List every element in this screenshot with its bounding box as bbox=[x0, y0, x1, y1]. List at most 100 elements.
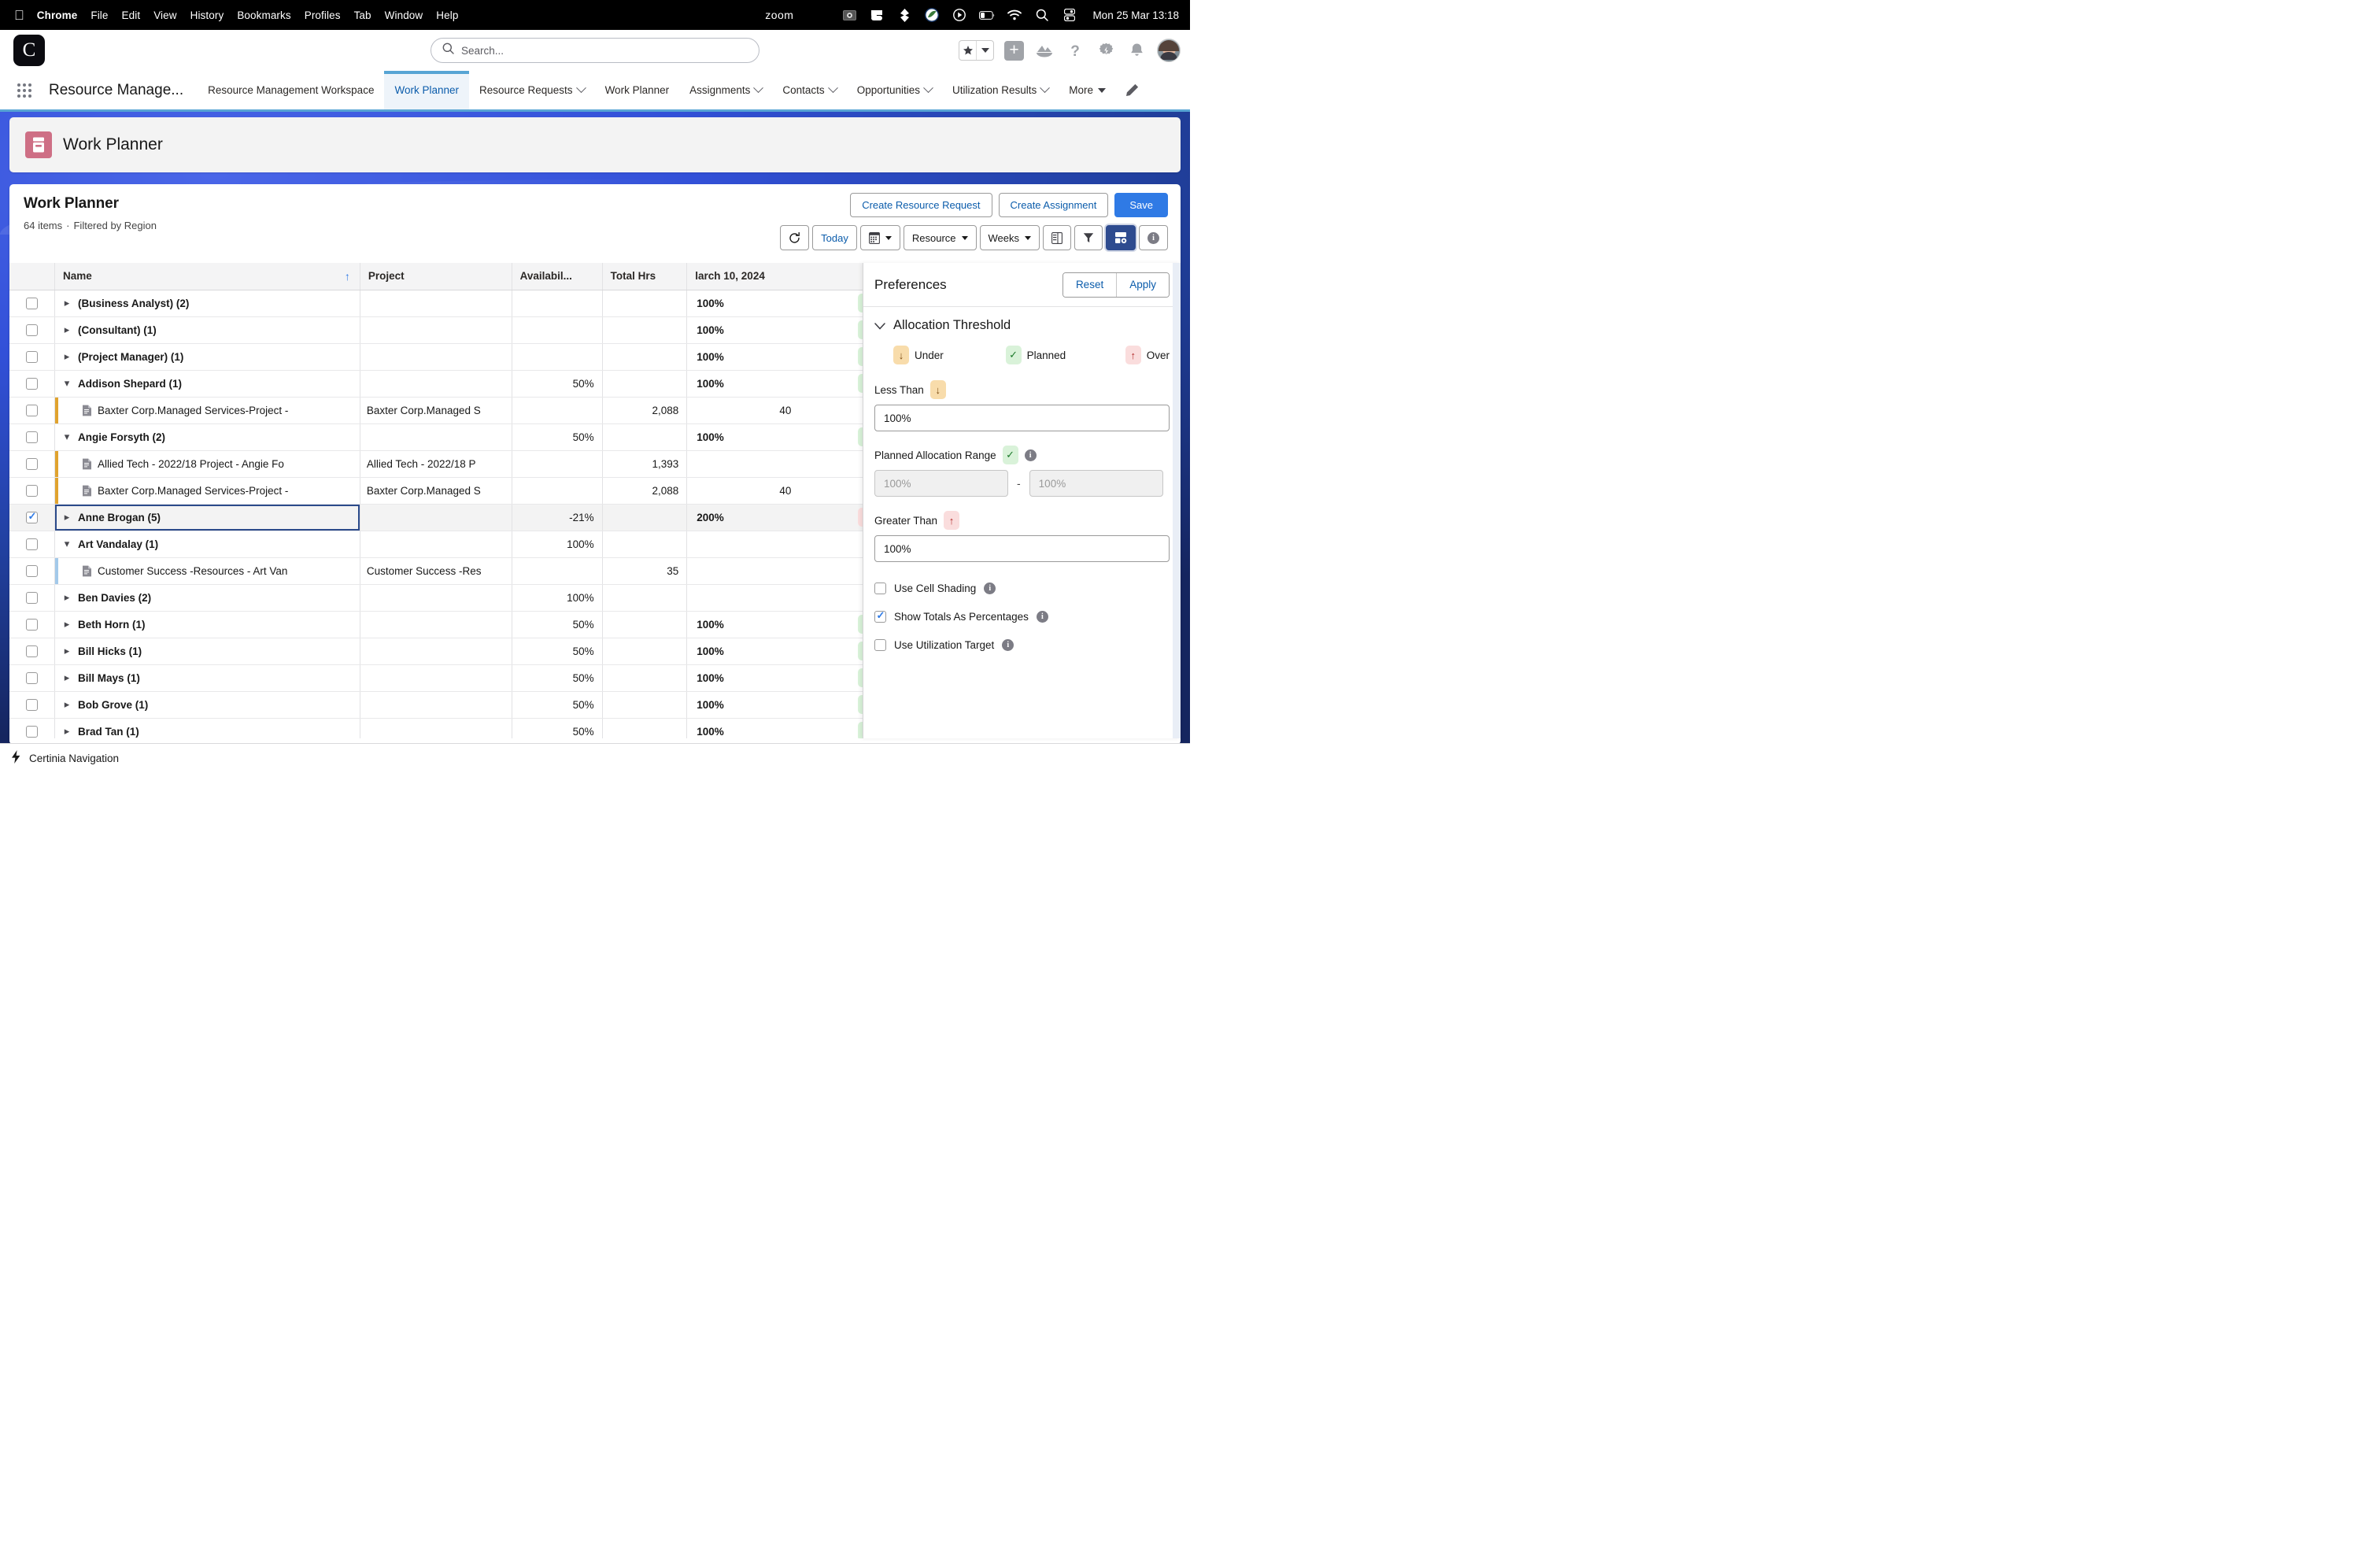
row-select-cell[interactable] bbox=[9, 450, 55, 477]
chevron-right-icon[interactable]: ▸ bbox=[61, 618, 72, 631]
menu-item-tab[interactable]: Tab bbox=[354, 9, 371, 21]
reset-button[interactable]: Reset bbox=[1063, 273, 1116, 297]
row-checkbox[interactable] bbox=[26, 351, 38, 363]
tab-contacts[interactable]: Contacts bbox=[772, 71, 846, 109]
battery-icon[interactable] bbox=[979, 8, 995, 23]
search-input[interactable]: Search... bbox=[431, 38, 759, 63]
caret-down-icon[interactable] bbox=[1098, 88, 1106, 93]
preferences-settings-icon[interactable] bbox=[1106, 225, 1136, 250]
row-name-cell[interactable]: ▸Bill Mays (1) bbox=[55, 664, 360, 691]
col-project[interactable]: Project bbox=[360, 263, 512, 290]
menu-item-history[interactable]: History bbox=[190, 9, 224, 21]
row-checkbox[interactable] bbox=[26, 619, 38, 631]
apple-logo-icon[interactable]:  bbox=[14, 9, 24, 22]
row-name-cell[interactable]: ▸(Business Analyst) (2) bbox=[55, 290, 360, 316]
info-icon[interactable]: i bbox=[984, 583, 996, 594]
row-week-cell[interactable]: 100%✓ bbox=[687, 638, 884, 664]
apply-button[interactable]: Apply bbox=[1117, 273, 1169, 297]
use-cell-shading-checkbox[interactable] bbox=[874, 583, 886, 594]
row-checkbox[interactable] bbox=[26, 538, 38, 550]
row-week-cell[interactable]: 100%✓ bbox=[687, 423, 884, 450]
chevron-down-icon[interactable] bbox=[1040, 83, 1050, 93]
row-name-cell[interactable]: Customer Success -Resources - Art Van bbox=[55, 557, 360, 584]
global-search[interactable]: Search... bbox=[431, 38, 759, 63]
row-select-cell[interactable] bbox=[9, 423, 55, 450]
row-name-cell[interactable]: ▸(Consultant) (1) bbox=[55, 316, 360, 343]
chevron-right-icon[interactable]: ▸ bbox=[61, 350, 72, 363]
chevron-right-icon[interactable]: ▸ bbox=[61, 671, 72, 684]
row-week-cell[interactable]: 100%✓ bbox=[687, 343, 884, 370]
row-select-cell[interactable] bbox=[9, 611, 55, 638]
menu-item-view[interactable]: View bbox=[153, 9, 176, 21]
planned-range-min-input[interactable]: 100% bbox=[874, 470, 1008, 497]
pencil-edit-icon[interactable] bbox=[1116, 71, 1148, 109]
sort-ascending-icon[interactable]: ↑ bbox=[345, 270, 350, 283]
favorites-star-icon[interactable] bbox=[959, 41, 976, 60]
row-name-cell[interactable]: ▸Bill Hicks (1) bbox=[55, 638, 360, 664]
menu-item-window[interactable]: Window bbox=[385, 9, 423, 21]
chevron-right-icon[interactable]: ▸ bbox=[61, 591, 72, 604]
col-name[interactable]: Name ↑ bbox=[55, 263, 360, 290]
help-icon[interactable]: ? bbox=[1065, 40, 1085, 61]
show-totals-as-percentages-checkbox[interactable] bbox=[874, 611, 886, 623]
row-week-cell[interactable]: 100%✓ bbox=[687, 718, 884, 738]
chevron-down-icon[interactable]: ▾ bbox=[61, 538, 72, 550]
create-resource-request-button[interactable]: Create Resource Request bbox=[850, 193, 992, 217]
less-than-input[interactable]: 100% bbox=[874, 405, 1170, 431]
row-week-cell[interactable] bbox=[687, 531, 884, 557]
row-week-cell[interactable]: 100%✓ bbox=[687, 316, 884, 343]
app-launcher-icon[interactable] bbox=[1034, 40, 1055, 61]
row-checkbox[interactable] bbox=[26, 565, 38, 577]
wifi-icon[interactable] bbox=[1007, 8, 1022, 23]
use-utilization-target-row[interactable]: Use Utilization Target i bbox=[874, 639, 1170, 651]
row-checkbox[interactable] bbox=[26, 645, 38, 657]
battery-widget-icon[interactable] bbox=[869, 8, 885, 23]
certinia-logo[interactable]: C bbox=[13, 35, 45, 66]
row-select-cell[interactable] bbox=[9, 343, 55, 370]
row-checkbox[interactable] bbox=[26, 512, 38, 523]
row-checkbox[interactable] bbox=[26, 485, 38, 497]
row-week-cell[interactable]: 40 bbox=[687, 477, 884, 504]
row-week-cell[interactable] bbox=[687, 450, 884, 477]
row-checkbox[interactable] bbox=[26, 431, 38, 443]
row-week-cell[interactable]: 100%✓ bbox=[687, 664, 884, 691]
chevron-right-icon[interactable]: ▸ bbox=[61, 645, 72, 657]
row-name-cell[interactable]: ▸Brad Tan (1) bbox=[55, 718, 360, 738]
planned-range-max-input[interactable]: 100% bbox=[1029, 470, 1163, 497]
row-select-cell[interactable] bbox=[9, 504, 55, 531]
chevron-down-icon[interactable] bbox=[874, 320, 885, 332]
tab-work-planner[interactable]: Work Planner bbox=[595, 71, 680, 109]
control-center-icon[interactable] bbox=[1062, 8, 1077, 23]
row-select-cell[interactable] bbox=[9, 290, 55, 316]
row-select-cell[interactable] bbox=[9, 477, 55, 504]
tab-resource-requests[interactable]: Resource Requests bbox=[469, 71, 595, 109]
grid-scroll-edge[interactable] bbox=[1173, 263, 1181, 738]
row-name-cell[interactable]: ▸(Project Manager) (1) bbox=[55, 343, 360, 370]
row-week-cell[interactable]: 100%✓ bbox=[687, 611, 884, 638]
menu-item-file[interactable]: File bbox=[91, 9, 108, 21]
tab-opportunities[interactable]: Opportunities bbox=[847, 71, 942, 109]
row-week-cell[interactable] bbox=[687, 584, 884, 611]
row-select-cell[interactable] bbox=[9, 691, 55, 718]
row-checkbox[interactable] bbox=[26, 699, 38, 711]
refresh-icon[interactable] bbox=[780, 225, 809, 250]
tab-utilization-results[interactable]: Utilization Results bbox=[942, 71, 1059, 109]
allocation-threshold-section-header[interactable]: Allocation Threshold bbox=[874, 318, 1170, 333]
sync-icon[interactable] bbox=[896, 8, 912, 23]
row-checkbox[interactable] bbox=[26, 324, 38, 336]
menu-item-chrome[interactable]: Chrome bbox=[37, 9, 78, 21]
tab-more[interactable]: More bbox=[1059, 71, 1116, 109]
row-select-cell[interactable] bbox=[9, 718, 55, 738]
chevron-right-icon[interactable]: ▸ bbox=[61, 297, 72, 309]
global-actions-plus-icon[interactable]: + bbox=[1004, 41, 1024, 61]
spotlight-search-icon[interactable] bbox=[1034, 8, 1050, 23]
row-week-cell[interactable]: 100%✓ bbox=[687, 370, 884, 397]
create-assignment-button[interactable]: Create Assignment bbox=[999, 193, 1109, 217]
row-checkbox[interactable] bbox=[26, 726, 38, 738]
app-launcher-waffle-icon[interactable] bbox=[11, 71, 38, 109]
col-week-1[interactable]: larch 10, 2024 bbox=[687, 263, 884, 290]
row-select-cell[interactable] bbox=[9, 316, 55, 343]
filter-funnel-icon[interactable] bbox=[1074, 225, 1103, 250]
row-week-cell[interactable] bbox=[687, 557, 884, 584]
columns-layout-icon[interactable] bbox=[1043, 225, 1071, 250]
